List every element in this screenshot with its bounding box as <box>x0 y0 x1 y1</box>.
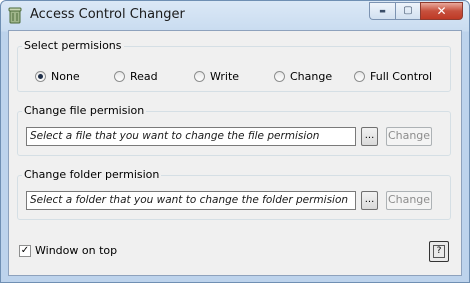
folder-group-title: Change folder permision <box>22 168 162 181</box>
maximize-button[interactable]: ▢ <box>395 2 420 20</box>
maximize-icon: ▢ <box>403 5 413 16</box>
window-title: Access Control Changer <box>30 7 185 22</box>
radio-change-label: Change <box>290 70 333 83</box>
close-icon: ✕ <box>436 4 447 18</box>
radio-none-label: None <box>51 70 80 83</box>
radio-change-dot[interactable] <box>274 71 285 82</box>
file-path-input[interactable]: Select a file that you want to change th… <box>26 127 356 146</box>
file-browse-button[interactable]: ... <box>361 127 378 146</box>
radio-none[interactable]: None <box>35 70 80 83</box>
app-window: Access Control Changer ▬ ▢ ✕ Select perm… <box>0 0 470 283</box>
folder-browse-button[interactable]: ... <box>361 191 378 210</box>
question-mark-icon: ? <box>433 245 445 258</box>
radio-write-dot[interactable] <box>194 71 205 82</box>
permissions-group: Select permisions None Read Write Change… <box>17 39 451 92</box>
window-controls: ▬ ▢ ✕ <box>369 2 463 21</box>
radio-write[interactable]: Write <box>194 70 239 83</box>
help-button[interactable]: ? <box>429 241 449 262</box>
radio-full-control-dot[interactable] <box>354 71 365 82</box>
client-area: Select permisions None Read Write Change… <box>8 30 462 276</box>
radio-read-label: Read <box>130 70 158 83</box>
minimize-button[interactable]: ▬ <box>369 2 395 20</box>
file-change-button[interactable]: Change <box>386 127 432 146</box>
folder-path-input[interactable]: Select a folder that you want to change … <box>26 191 356 210</box>
close-button[interactable]: ✕ <box>420 2 463 20</box>
recycle-bin-icon <box>8 7 22 24</box>
window-on-top-option[interactable]: ✓ Window on top <box>19 244 117 257</box>
radio-read[interactable]: Read <box>114 70 158 83</box>
permissions-group-title: Select permisions <box>22 39 124 52</box>
radio-change[interactable]: Change <box>274 70 332 83</box>
window-on-top-checkbox[interactable]: ✓ <box>19 244 31 257</box>
title-bar[interactable]: Access Control Changer ▬ ▢ ✕ <box>1 1 469 30</box>
radio-write-label: Write <box>210 70 240 83</box>
file-group-title: Change file permision <box>22 104 147 117</box>
minimize-icon: ▬ <box>379 6 386 15</box>
window-on-top-label: Window on top <box>35 244 118 257</box>
folder-change-button[interactable]: Change <box>386 191 432 210</box>
radio-none-dot[interactable] <box>35 71 46 82</box>
radio-read-dot[interactable] <box>114 71 125 82</box>
radio-full-control-label: Full Control <box>370 70 433 83</box>
radio-full-control[interactable]: Full Control <box>354 70 432 83</box>
